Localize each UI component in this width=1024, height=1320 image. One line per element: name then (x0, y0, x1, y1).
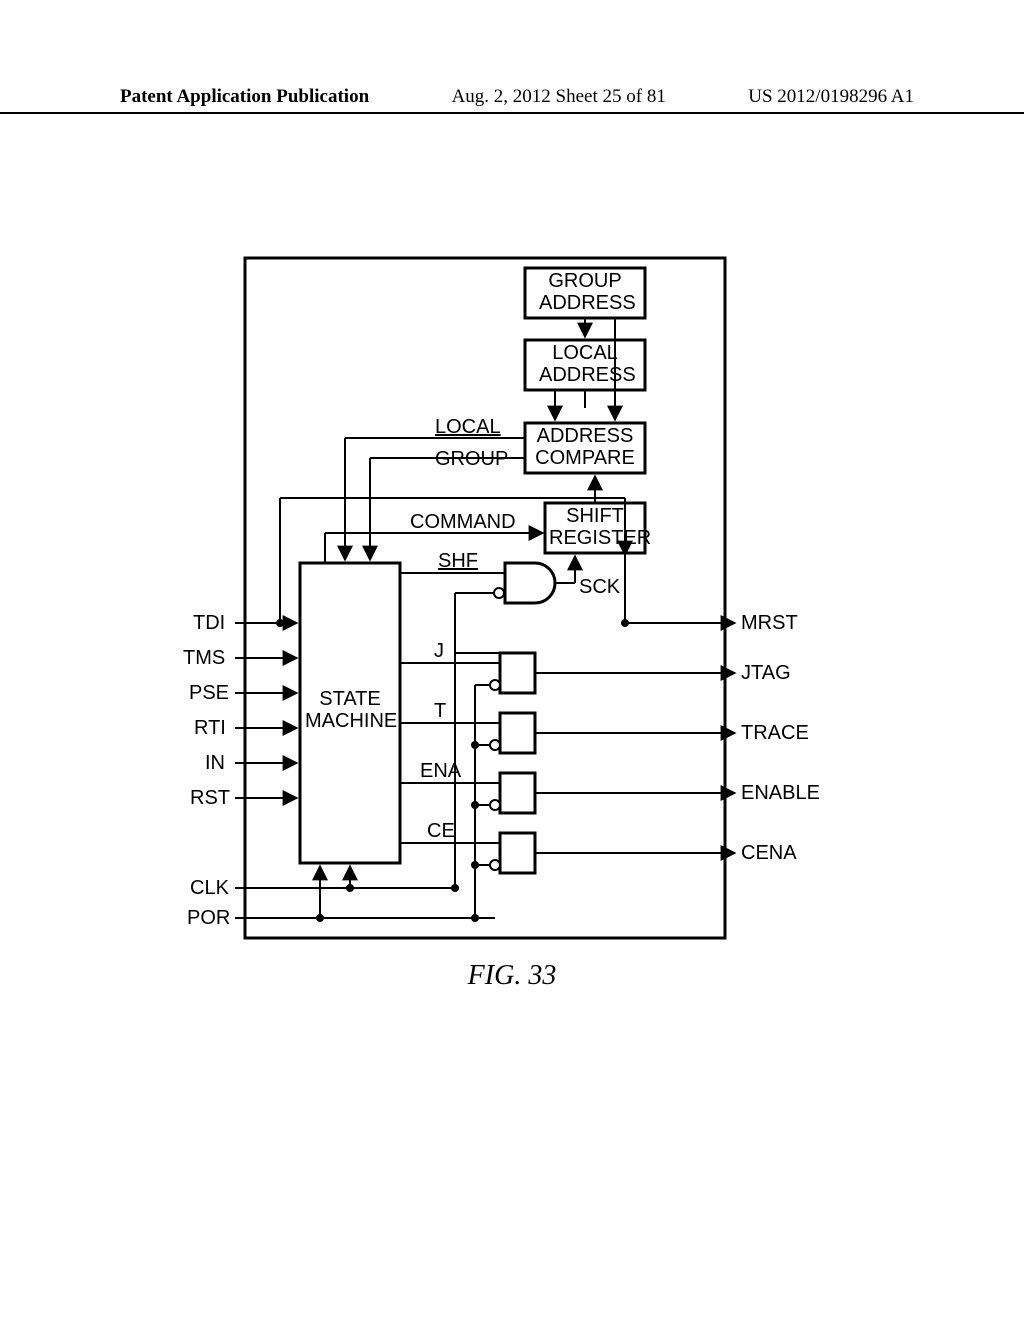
input-clk: CLK (190, 877, 229, 900)
circuit-diagram: GROUP ADDRESS LOCAL ADDRESS ADDRESS COMP… (195, 248, 755, 948)
signal-group: GROUP (435, 448, 508, 471)
header-publication: Patent Application Publication (120, 86, 369, 108)
signal-local: LOCAL (435, 416, 501, 439)
header-sheet: Aug. 2, 2012 Sheet 25 of 81 (452, 86, 666, 108)
input-rti: RTI (194, 717, 226, 740)
block-group-address: GROUP ADDRESS (539, 270, 631, 314)
signal-j: J (434, 640, 444, 663)
signal-ena: ENA (420, 760, 461, 783)
block-shift-register: SHIFT REGISTER (549, 505, 641, 549)
output-mrst: MRST (741, 612, 798, 635)
output-trace: TRACE (741, 722, 809, 745)
input-pse: PSE (189, 682, 229, 705)
signal-sck: SCK (579, 576, 620, 599)
header-docnum: US 2012/0198296 A1 (748, 86, 914, 108)
block-address-compare: ADDRESS COMPARE (529, 425, 641, 469)
block-local-address: LOCAL ADDRESS (539, 342, 631, 386)
input-in: IN (205, 752, 225, 775)
signal-command: COMMAND (410, 511, 516, 534)
signal-ce: CE (427, 820, 455, 843)
input-tdi: TDI (193, 612, 225, 635)
block-state-machine: STATE MACHINE (305, 688, 395, 732)
output-enable: ENABLE (741, 782, 820, 805)
signal-t: T (434, 700, 446, 723)
output-cena: CENA (741, 842, 797, 865)
input-rst: RST (190, 787, 230, 810)
figure-caption: FIG. 33 (0, 960, 1024, 992)
output-jtag: JTAG (741, 662, 791, 685)
signal-shf: SHF (438, 550, 478, 573)
input-por: POR (187, 907, 230, 930)
input-tms: TMS (183, 647, 225, 670)
